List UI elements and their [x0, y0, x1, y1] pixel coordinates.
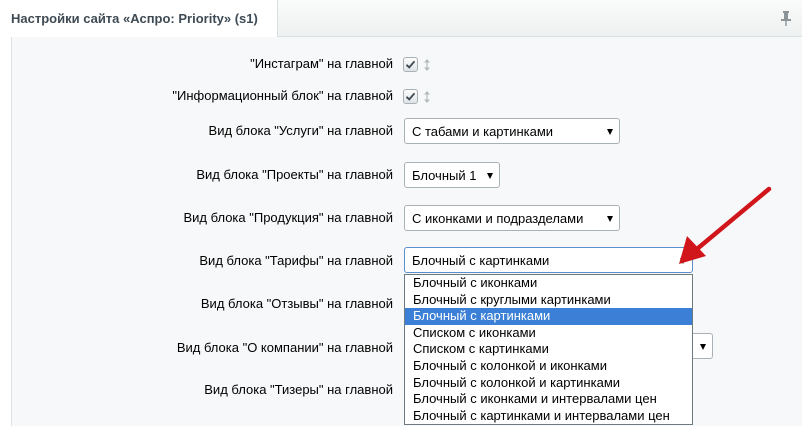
chevron-down-icon [607, 216, 613, 222]
teasers-label: Вид блока "Тизеры" на главной [204, 382, 393, 397]
dropdown-option[interactable]: Блочный с иконками и интервалами цен [405, 391, 692, 408]
dropdown-option[interactable]: Блочный с иконками [405, 275, 692, 292]
dropdown-option[interactable]: Блочный с картинками и интервалами цен [405, 408, 692, 424]
settings-header: Настройки сайта «Аспро: Priority» (s1) [0, 0, 802, 38]
sort-handle-icon[interactable] [423, 59, 431, 71]
infoblock-label: "Информационный блок" на главной [172, 88, 393, 103]
pin-icon[interactable] [780, 10, 792, 26]
instagram-label: "Инстаграм" на главной [250, 56, 393, 71]
products-label: Вид блока "Продукция" на главной [183, 210, 393, 225]
dropdown-option[interactable]: Блочный с круглыми картинками [405, 292, 692, 309]
dropdown-option[interactable]: Блочный с картинками [405, 308, 692, 325]
check-icon [405, 92, 416, 101]
sort-handle-icon[interactable] [423, 91, 431, 103]
tariffs-label: Вид блока "Тарифы" на главной [199, 253, 393, 268]
tariffs-dropdown-list[interactable]: Блочный с иконками Блочный с круглыми кар… [404, 274, 693, 425]
settings-form: "Инстаграм" на главной "Информационный б… [11, 37, 802, 426]
red-arrow-annotation [679, 186, 772, 264]
projects-select[interactable]: Блочный 1 [404, 162, 500, 188]
dropdown-option[interactable]: Списком с картинками [405, 341, 692, 358]
products-select[interactable]: С иконками и подразделами [404, 205, 620, 231]
chevron-down-icon [607, 129, 613, 135]
settings-tab[interactable]: Настройки сайта «Аспро: Priority» (s1) [0, 0, 278, 38]
services-label: Вид блока "Услуги" на главной [208, 123, 393, 138]
page-title: Настройки сайта «Аспро: Priority» (s1) [11, 11, 258, 26]
services-select[interactable]: С табами и картинками [404, 118, 620, 144]
tariffs-select[interactable]: Блочный с картинками [404, 247, 693, 273]
check-icon [405, 60, 416, 69]
dropdown-option[interactable]: Блочный с колонкой и иконками [405, 358, 692, 375]
infoblock-checkbox[interactable] [403, 89, 418, 104]
dropdown-option[interactable]: Списком с иконками [405, 325, 692, 342]
company-label: Вид блока "О компании" на главной [176, 340, 393, 355]
reviews-label: Вид блока "Отзывы" на главной [200, 296, 393, 311]
services-select-value: С табами и картинками [412, 124, 554, 139]
projects-select-value: Блочный 1 [412, 168, 477, 183]
chevron-down-icon [700, 344, 706, 350]
tariffs-select-value: Блочный с картинками [412, 253, 550, 268]
projects-label: Вид блока "Проекты" на главной [196, 167, 393, 182]
instagram-checkbox[interactable] [403, 57, 418, 72]
chevron-down-icon [487, 173, 493, 179]
dropdown-option[interactable]: Блочный с колонкой и картинками [405, 375, 692, 392]
products-select-value: С иконками и подразделами [412, 211, 584, 226]
